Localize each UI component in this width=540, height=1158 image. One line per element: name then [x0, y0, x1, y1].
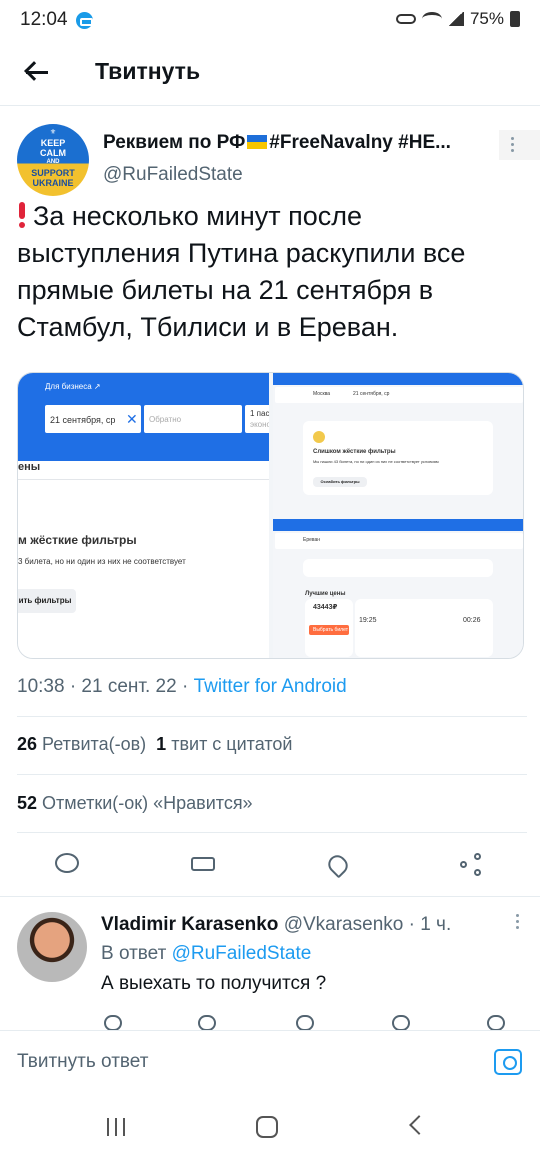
app-header: Твитнуть — [0, 40, 540, 106]
like-stats[interactable]: 52 Отметки(-ок) «Нравится» — [17, 793, 253, 814]
page-title: Твитнуть — [95, 58, 201, 84]
retweet-icon[interactable] — [188, 850, 218, 880]
clear-date-icon: ✕ — [126, 411, 138, 427]
divider — [17, 774, 527, 775]
reply-composer[interactable]: Твитнуть ответ — [0, 1030, 540, 1094]
reply-retweet-icon[interactable] — [198, 1015, 216, 1030]
sad-face-icon — [313, 431, 325, 443]
battery-percent: 75% — [469, 9, 504, 28]
status-bar: 12:04 75% — [0, 0, 540, 40]
reply-icon[interactable] — [52, 850, 82, 880]
relax-filters-button: ить фильтры — [18, 589, 76, 613]
camera-icon[interactable] — [494, 1049, 522, 1075]
divider — [0, 896, 540, 897]
reply-text: А выехать то получится ? — [101, 973, 327, 994]
author-handle[interactable]: @RuFailedState — [103, 164, 243, 186]
share-icon[interactable] — [457, 850, 487, 880]
reply-context: В ответ @RuFailedState — [101, 943, 312, 964]
reply-author[interactable]: Vladimir Karasenko @Vkarasenko · 1 ч. — [101, 914, 451, 936]
reply-actions — [0, 1012, 540, 1030]
signal-icon — [447, 12, 464, 26]
like-icon[interactable] — [323, 850, 353, 880]
vpn-icon — [76, 12, 93, 29]
exclamation-icon — [17, 202, 27, 228]
reply-to-link[interactable]: @RuFailedState — [172, 943, 312, 964]
tweet-text: За несколько минут после выступления Пут… — [17, 201, 466, 342]
system-navigation-bar — [0, 1094, 540, 1158]
media-image-right[interactable]: Москва 21 сентября, ср Слишком жёсткие ф… — [273, 373, 523, 658]
reply-like-icon[interactable] — [296, 1015, 314, 1030]
tweet-media[interactable]: Для бизнеса ↗ 21 сентября, ср ✕ Обратно … — [17, 372, 524, 659]
home-icon[interactable] — [256, 1116, 278, 1138]
reply-author-avatar[interactable] — [17, 912, 87, 982]
key-icon — [395, 14, 416, 24]
tweet-timestamp: 10:38 · 21 сент. 22 · Twitter for Androi… — [17, 676, 347, 697]
status-icons: 75% — [395, 9, 520, 29]
back-arrow-icon[interactable] — [22, 58, 52, 88]
tweet-source-link[interactable]: Twitter for Android — [194, 676, 347, 697]
reply-input[interactable]: Твитнуть ответ — [17, 1051, 148, 1073]
reply-download-icon[interactable] — [392, 1015, 410, 1030]
divider — [17, 832, 527, 833]
author-name[interactable]: Реквием по РФ #FreeNavalny #HE... — [103, 132, 488, 154]
more-options-icon[interactable] — [505, 137, 519, 155]
reply-share-icon[interactable] — [487, 1015, 505, 1030]
trident-icon: ⚜ — [49, 129, 57, 136]
battery-icon — [510, 11, 520, 27]
ukraine-flag-icon — [247, 135, 268, 149]
recents-icon[interactable] — [107, 1118, 127, 1136]
wifi-icon — [421, 12, 442, 26]
reply-reply-icon[interactable] — [104, 1015, 122, 1030]
status-time: 12:04 — [20, 9, 68, 30]
retweet-stats[interactable]: 26 Ретвита(-ов) 1 твит с цитатой — [17, 734, 292, 755]
system-back-icon[interactable] — [409, 1115, 429, 1135]
reply-more-options-icon[interactable] — [510, 914, 524, 932]
divider — [17, 716, 527, 717]
author-avatar[interactable]: ⚜ KEEP CALM AND SUPPORT UKRAINE — [17, 124, 89, 196]
media-image-left[interactable]: Для бизнеса ↗ 21 сентября, ср ✕ Обратно … — [18, 373, 269, 658]
